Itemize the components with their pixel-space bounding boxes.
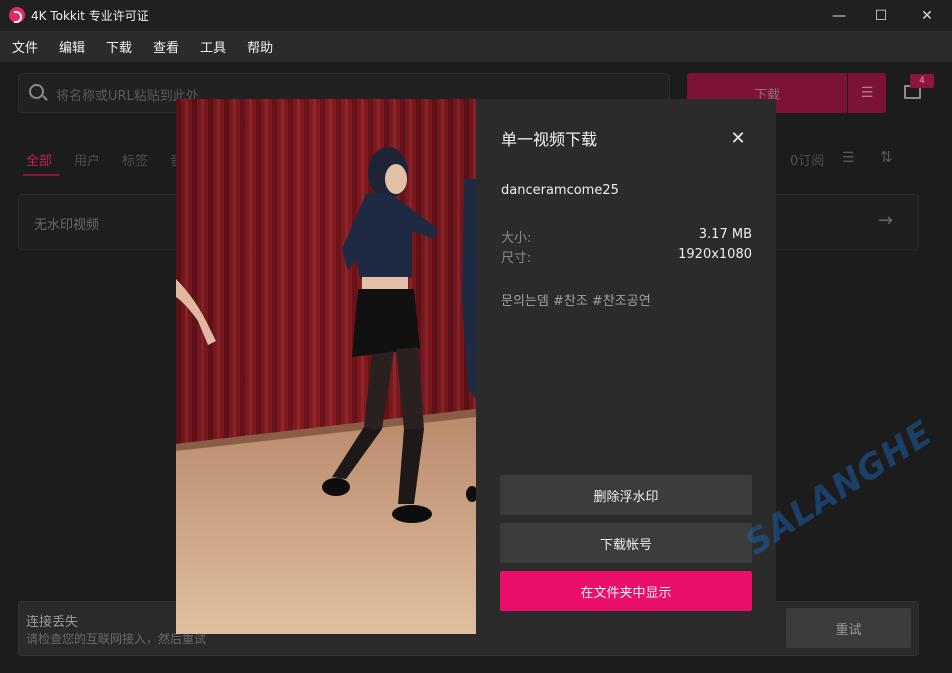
window-title: 4K Tokkit 专业许可证 bbox=[31, 9, 149, 23]
menu-tools[interactable]: 工具 bbox=[200, 37, 226, 56]
menu-help[interactable]: 帮助 bbox=[247, 37, 273, 56]
video-username: danceramcome25 bbox=[501, 183, 619, 198]
dimensions-value: 1920x1080 bbox=[678, 247, 752, 262]
menu-view[interactable]: 查看 bbox=[153, 37, 179, 56]
download-settings-icon[interactable]: ☰ bbox=[848, 73, 886, 113]
arrow-right-icon[interactable]: → bbox=[878, 210, 893, 231]
subscriptions-count: 0订阅 bbox=[790, 154, 825, 169]
tab-all[interactable]: 全部 bbox=[26, 150, 52, 169]
notification-badge: 4 bbox=[910, 74, 934, 88]
dialog-title: 单一视频下载 bbox=[501, 130, 598, 149]
download-account-button[interactable]: 下载帐号 bbox=[500, 523, 752, 563]
no-watermark-label: 无水印视频 bbox=[34, 218, 100, 233]
menu-file[interactable]: 文件 bbox=[12, 37, 38, 56]
size-label: 大小: bbox=[501, 231, 532, 246]
show-in-folder-button[interactable]: 在文件夹中显示 bbox=[500, 571, 752, 611]
size-value: 3.17 MB bbox=[698, 227, 752, 242]
filter-search-icon[interactable]: ☰ bbox=[842, 150, 855, 166]
dimensions-label: 尺寸: bbox=[501, 251, 532, 266]
video-thumbnail bbox=[176, 99, 476, 634]
close-dialog-icon[interactable]: ✕ bbox=[726, 126, 750, 150]
remove-watermark-button[interactable]: 删除浮水印 bbox=[500, 475, 752, 515]
app-logo-icon bbox=[9, 7, 25, 23]
video-tags: 문의는뎀 #찬조 #찬조공연 bbox=[501, 294, 651, 309]
sort-icon[interactable]: ⇅ bbox=[880, 148, 893, 166]
close-window-button[interactable]: ✕ bbox=[904, 0, 950, 31]
minimize-button[interactable]: — bbox=[816, 0, 862, 31]
search-icon bbox=[29, 84, 44, 99]
menu-bar: 文件 编辑 下载 查看 工具 帮助 bbox=[0, 31, 952, 62]
menu-edit[interactable]: 编辑 bbox=[59, 37, 85, 56]
retry-button[interactable]: 重试 bbox=[786, 608, 911, 648]
menu-download[interactable]: 下载 bbox=[106, 37, 132, 56]
error-title: 连接丢失 bbox=[26, 615, 79, 630]
tab-active-underline bbox=[23, 174, 59, 176]
tab-tags[interactable]: 标签 bbox=[122, 150, 148, 169]
tab-users[interactable]: 用户 bbox=[74, 150, 100, 169]
video-frame-image bbox=[176, 99, 476, 634]
maximize-button[interactable]: ☐ bbox=[858, 0, 904, 31]
